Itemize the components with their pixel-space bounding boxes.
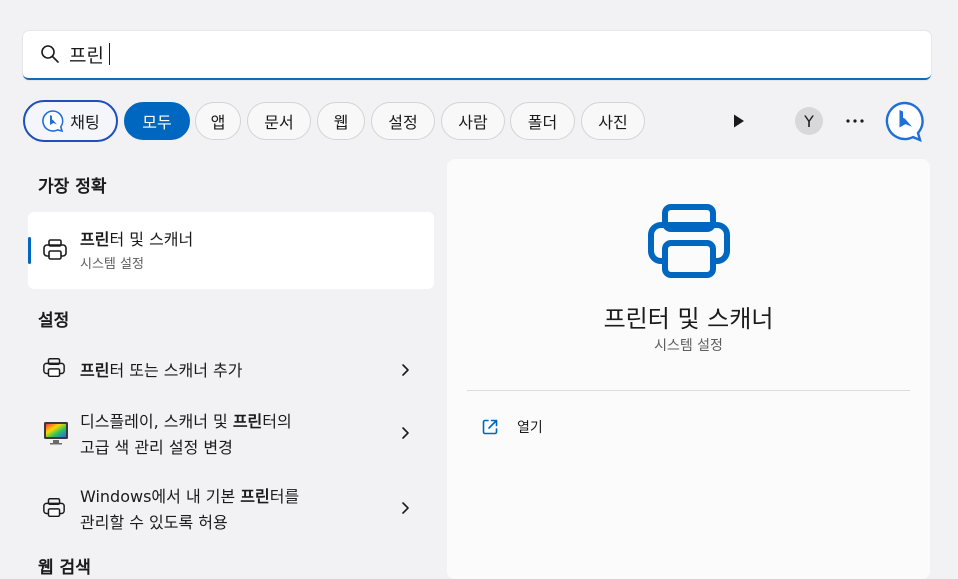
list-item-title-line2: 고급 색 관리 설정 변경 [80,438,233,457]
search-box[interactable] [23,31,931,80]
list-item[interactable]: 디스플레이, 스캐너 및 프린터의 고급 색 관리 설정 변경 [28,404,434,464]
photos-filter-label: 사진 [598,113,628,132]
display-color-icon [44,422,68,445]
best-match-header: 가장 정확 [38,177,107,197]
title-highlight: 프린 [232,412,263,431]
more-icon [846,119,864,123]
selection-indicator [28,237,31,264]
open-label: 열기 [517,420,543,436]
list-item[interactable]: Windows에서 내 기본 프린터를 관리할 수 있도록 허용 [28,478,434,538]
documents-filter-button[interactable]: 문서 [247,102,311,140]
title-prefix: Windows에서 내 기본 [80,487,241,506]
best-match-title: 프린터 및 스캐너 [80,226,193,250]
detail-divider [467,390,910,391]
apps-filter-button[interactable]: 앱 [195,102,241,140]
web-filter-button[interactable]: 웹 [317,102,365,140]
folders-filter-label: 폴더 [527,113,558,132]
printer-icon [43,358,65,378]
title-highlight: 프린 [80,230,110,249]
settings-section-header: 설정 [38,311,70,331]
list-item-title-line2: 관리할 수 있도록 허용 [80,513,228,532]
filter-bar: 채팅 모두 앱 문서 웹 설정 사람 폴더 사진 Y [23,100,933,143]
play-icon [734,114,744,128]
folders-filter-button[interactable]: 폴더 [510,102,575,140]
text-caret [109,43,110,65]
chevron-right-icon [402,427,409,439]
chat-filter-button[interactable]: 채팅 [23,100,118,142]
chat-filter-label: 채팅 [70,113,100,132]
printer-icon [648,204,730,278]
detail-title: 프린터 및 스캐너 [603,305,774,333]
chevron-right-icon [402,364,409,376]
list-item-title-line1: Windows에서 내 기본 프린터를 [80,483,299,507]
photos-filter-button[interactable]: 사진 [581,102,645,140]
avatar-initial: Y [804,111,814,131]
printer-icon [43,239,67,260]
bing-chat-icon [885,101,924,143]
list-item-title: 프린터 또는 스캐너 추가 [80,357,242,381]
title-rest: 터의 [262,412,292,431]
bing-chat-icon [42,110,64,133]
chevron-right-icon [402,502,409,514]
more-options-button[interactable] [844,110,866,132]
all-filter-button[interactable]: 모두 [124,102,190,140]
web-filter-label: 웹 [333,113,349,132]
people-filter-label: 사람 [458,113,488,132]
list-item-title-line1: 디스플레이, 스캐너 및 프린터의 [80,408,292,432]
open-button[interactable]: 열기 [481,415,543,439]
search-input[interactable] [69,40,889,68]
title-rest: 터를 [269,487,300,506]
title-prefix: 디스플레이, 스캐너 및 [80,412,233,431]
title-rest: 터 및 스캐너 [109,230,194,249]
documents-filter-label: 문서 [264,113,294,132]
more-filters-play-button[interactable] [728,110,750,132]
best-match-subtitle: 시스템 설정 [80,257,144,272]
apps-filter-label: 앱 [210,113,226,132]
list-item[interactable]: 프린터 또는 스캐너 추가 [28,344,434,394]
settings-filter-button[interactable]: 설정 [371,102,435,140]
account-avatar[interactable]: Y [795,107,823,135]
all-filter-label: 모두 [142,113,172,132]
detail-panel: 프린터 및 스캐너 시스템 설정 열기 [447,159,930,579]
bing-chat-button[interactable] [884,100,926,143]
title-rest: 터 또는 스캐너 추가 [109,361,243,380]
title-highlight: 프린 [80,361,110,380]
detail-subtitle: 시스템 설정 [654,338,723,354]
open-external-icon [482,419,498,435]
web-search-section-header: 웹 검색 [38,558,91,578]
best-match-item[interactable]: 프린터 및 스캐너 시스템 설정 [28,212,434,289]
printer-icon [43,498,65,518]
settings-filter-label: 설정 [388,113,418,132]
title-highlight: 프린 [240,487,270,506]
people-filter-button[interactable]: 사람 [441,102,505,140]
search-icon [41,45,59,63]
